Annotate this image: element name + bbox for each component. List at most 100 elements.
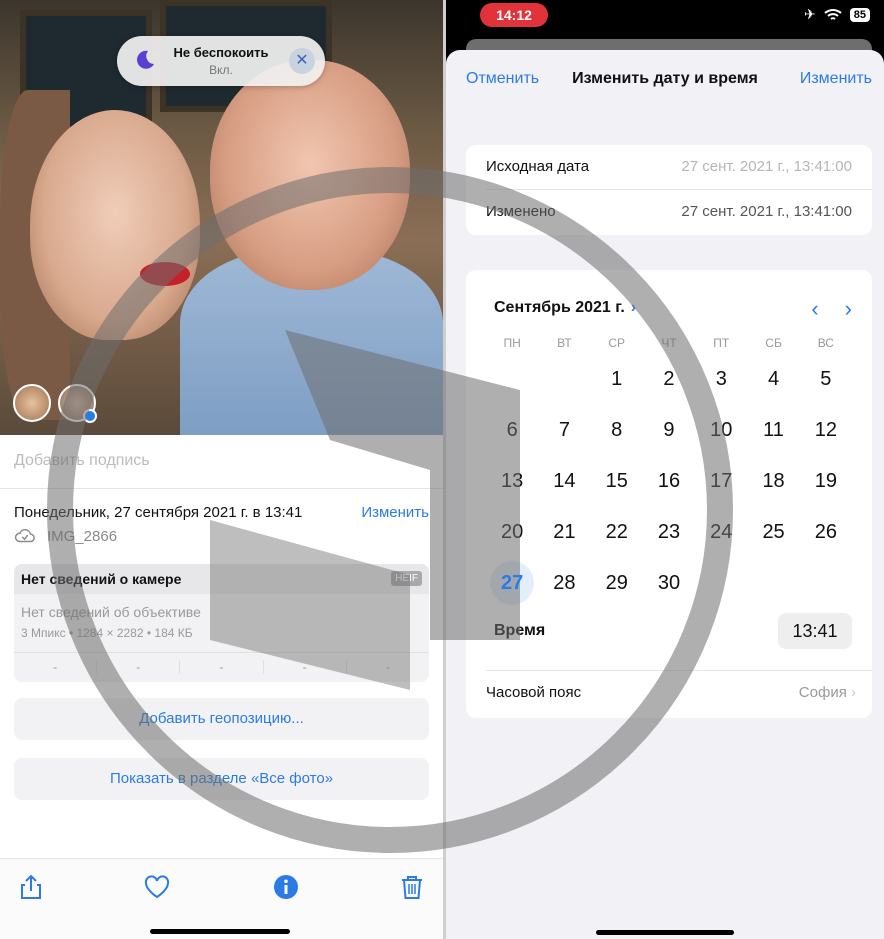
calendar-day[interactable]: 12 (800, 410, 852, 461)
airplane-icon: ✈ (804, 6, 816, 22)
calendar-day[interactable]: 25 (747, 512, 799, 563)
calendar-day-number: 21 (553, 521, 576, 543)
calendar-day[interactable]: 15 (591, 461, 643, 512)
exif-value: - (264, 660, 347, 674)
calendar-day-number: 17 (710, 470, 733, 492)
calendar-day[interactable]: 18 (747, 461, 799, 512)
calendar-day-number: 13 (501, 470, 524, 492)
calendar-day-selected[interactable]: 27 (486, 561, 538, 614)
lens-info: Нет сведений об объективе (21, 604, 201, 620)
calendar-day[interactable]: 17 (695, 461, 747, 512)
camera-title: Нет сведений о камере (21, 571, 182, 587)
calendar-day[interactable]: 28 (538, 563, 590, 614)
calendar-day[interactable]: 8 (591, 410, 643, 461)
calendar-empty-cell (538, 359, 590, 410)
edit-date-panel: 14:12 ✈ 85 Изменить дату и время Отменит… (446, 0, 884, 939)
calendar-day[interactable]: 22 (591, 512, 643, 563)
file-name: IMG_2866 (47, 528, 118, 545)
calendar-day[interactable]: 23 (643, 512, 695, 563)
divider (14, 652, 429, 653)
next-month-button[interactable]: › (845, 296, 852, 322)
calendar-day[interactable]: 3 (695, 359, 747, 410)
share-icon[interactable] (17, 873, 45, 901)
calendar-day[interactable]: 29 (591, 563, 643, 614)
calendar-day-number: 19 (814, 470, 837, 492)
calendar-day[interactable]: 30 (643, 563, 695, 614)
image-specs: 3 Мпикс • 1284 × 2282 • 184 КБ (21, 626, 193, 640)
original-date-label: Исходная дата (486, 158, 590, 175)
edit-date-button[interactable]: Изменить (361, 504, 429, 521)
calendar-grid: 1 2 3 4 5 6 7 8 9 10 11 12 13 14 15 16 17 18 19 20 21 22 23 24 2… (486, 359, 852, 614)
month-picker[interactable]: Сентябрь 2021 г. › (494, 299, 636, 317)
heart-icon[interactable] (143, 873, 171, 901)
weekday-label: ВС (817, 336, 834, 350)
status-time: 14:12 (480, 3, 548, 27)
calendar-day[interactable]: 1 (591, 359, 643, 410)
calendar-day[interactable]: 24 (695, 512, 747, 563)
calendar-day[interactable]: 19 (800, 461, 852, 512)
show-in-all-photos-button[interactable]: Показать в разделе «Все фото» (14, 758, 429, 800)
info-icon[interactable] (272, 873, 300, 901)
exif-row: - - - - - (14, 660, 429, 674)
calendar-day-number: 4 (768, 368, 780, 390)
camera-header: Нет сведений о камере HEIF (14, 564, 429, 594)
calendar-day[interactable]: 11 (747, 410, 799, 461)
adjusted-date-value: 27 сент. 2021 г., 13:41:00 (681, 203, 852, 220)
calendar-day-number: 20 (501, 521, 524, 543)
calendar-day-number: 24 (710, 521, 733, 543)
calendar-empty-cell (486, 359, 538, 410)
close-icon[interactable]: ✕ (289, 48, 315, 74)
calendar-day-number: 27 (501, 572, 524, 594)
calendar-day[interactable]: 26 (800, 512, 852, 563)
adjusted-date-label: Изменено (486, 203, 556, 220)
exif-value: - (180, 660, 264, 674)
do-not-disturb-banner[interactable]: Не беспокоить Вкл. ✕ (117, 36, 325, 86)
add-location-button[interactable]: Добавить геопозицию... (14, 698, 429, 740)
edit-date-sheet: Изменить дату и время Отменить Изменить … (446, 50, 884, 939)
adjusted-date-row: Изменено 27 сент. 2021 г., 13:41:00 (486, 190, 852, 234)
calendar-day-number: 14 (553, 470, 576, 492)
person-avatar[interactable] (58, 384, 97, 423)
calendar-day[interactable]: 21 (538, 512, 590, 563)
time-picker[interactable]: 13:41 (778, 613, 852, 649)
calendar-day[interactable]: 4 (747, 359, 799, 410)
calendar-day[interactable]: 10 (695, 410, 747, 461)
calendar-day[interactable]: 9 (643, 410, 695, 461)
calendar-day[interactable]: 14 (538, 461, 590, 512)
calendar-day-number: 7 (558, 419, 570, 441)
chevron-right-icon: › (851, 684, 856, 701)
status-bar: 14:12 ✈ 85 (446, 0, 884, 34)
calendar-day-number: 29 (605, 572, 628, 594)
calendar-day-number: 2 (663, 368, 675, 390)
calendar-day-number: 9 (663, 419, 675, 441)
photo-info-panel: Не беспокоить Вкл. ✕ Добавить подпись По… (0, 0, 443, 939)
person-avatar[interactable] (13, 384, 51, 422)
prev-month-button[interactable]: ‹ (811, 296, 818, 322)
calendar-day-number: 16 (657, 470, 681, 492)
calendar-day[interactable]: 5 (800, 359, 852, 410)
caption-input[interactable]: Добавить подпись (14, 452, 150, 470)
photo-lips (140, 262, 190, 286)
calendar-day[interactable]: 13 (486, 461, 538, 512)
calendar-day[interactable]: 16 (643, 461, 695, 512)
camera-info-card: Нет сведений о камере HEIF Нет сведений … (14, 564, 429, 682)
calendar-day-number: 10 (710, 419, 733, 441)
date-summary-card: Исходная дата 27 сент. 2021 г., 13:41:00… (466, 145, 872, 235)
trash-icon[interactable] (398, 873, 426, 901)
calendar-day[interactable]: 7 (538, 410, 590, 461)
weekday-label: ПТ (713, 336, 730, 350)
calendar-day-number: 12 (814, 419, 837, 441)
calendar-day[interactable]: 20 (486, 512, 538, 563)
home-indicator (150, 929, 290, 934)
cancel-button[interactable]: Отменить (466, 70, 539, 88)
battery-level: 85 (849, 7, 870, 22)
photo-face (210, 60, 410, 290)
photo-face (30, 110, 200, 340)
timezone-value[interactable]: София › (799, 684, 856, 701)
divider (486, 670, 872, 671)
calendar-day-number: 18 (762, 470, 785, 492)
calendar-day[interactable]: 2 (643, 359, 695, 410)
calendar-day[interactable]: 6 (486, 410, 538, 461)
calendar-day-number: 30 (657, 572, 681, 594)
confirm-button[interactable]: Изменить (800, 70, 872, 88)
